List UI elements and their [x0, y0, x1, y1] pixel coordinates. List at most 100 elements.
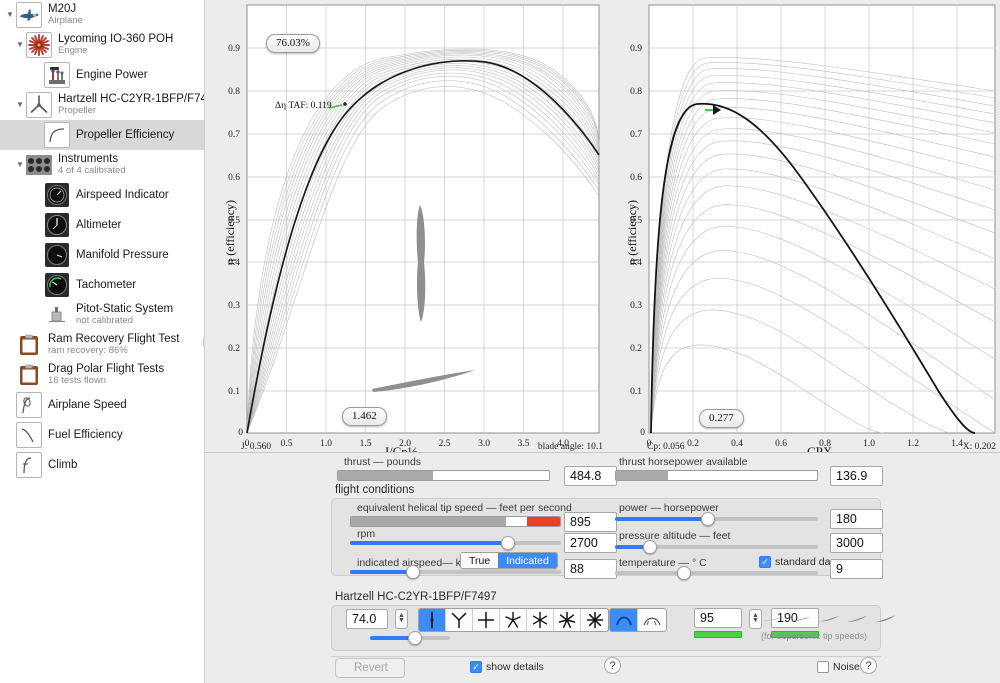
sidebar-item-m20j[interactable]: ▼ M20J Airplane [0, 0, 204, 30]
show-details-checkbox-box[interactable] [470, 661, 482, 673]
thrust-pounds-value[interactable]: 484.8 [564, 466, 617, 486]
footer-divider [331, 656, 881, 657]
svg-text:0.8: 0.8 [630, 87, 642, 97]
navigation-sidebar[interactable]: ▼ M20J Airplane ▼ Lycoming IO-360 POH En… [0, 0, 205, 683]
double-arc-airfoil-icon[interactable] [638, 609, 666, 631]
svg-text:1.5: 1.5 [360, 439, 372, 449]
propeller-diameter-slider[interactable] [370, 630, 450, 646]
efficiency-readout-bubble: 76.03% [266, 34, 320, 53]
activity-factor-value[interactable]: 95 [694, 608, 742, 628]
blade-count-selector[interactable] [418, 608, 609, 632]
sidebar-item-engine-power[interactable]: ▼ Engine Power [0, 60, 204, 90]
airplane-icon [16, 2, 42, 28]
revert-button[interactable]: Revert [335, 658, 405, 678]
supersonic-shape-3-icon[interactable] [816, 609, 842, 629]
rpm-slider[interactable] [350, 535, 561, 551]
sidebar-item-tachometer[interactable]: ▼ Tachometer [0, 270, 204, 300]
thrust-pounds-meter[interactable] [337, 470, 550, 481]
blade-count-5-icon[interactable] [500, 609, 527, 631]
disclosure-spacer: ▼ [32, 131, 44, 139]
disclosure-triangle-icon[interactable]: ▼ [4, 11, 16, 19]
blade-count-6-icon[interactable] [527, 609, 554, 631]
plot-svg-left: 0.9 0.8 0.7 0.6 0.5 0.4 0.3 0.2 0.1 0 0 … [207, 0, 607, 452]
svg-text:1.2: 1.2 [907, 439, 919, 449]
disclosure-triangle-icon[interactable]: ▼ [14, 101, 26, 109]
noise-checkbox[interactable]: Noise [817, 661, 860, 673]
sidebar-item-sublabel: 16 tests flown [48, 375, 107, 387]
help-button-noise[interactable]: ? [860, 657, 877, 674]
disclosure-triangle-icon[interactable]: ▼ [14, 161, 26, 169]
propeller-group-title: Hartzell HC-C2YR-1BFP/F7497 [335, 591, 497, 603]
svg-text:0: 0 [238, 428, 243, 438]
climb-curve-glyph [23, 457, 32, 474]
engine-power-icon [44, 62, 70, 88]
efficiency-curve-icon [44, 122, 70, 148]
supersonic-shape-1-icon[interactable] [760, 609, 786, 629]
airspeed-gauge-icon [44, 182, 70, 208]
stepper-down-icon[interactable]: ▼ [398, 617, 405, 624]
supersonic-shape-2-icon[interactable] [788, 609, 814, 629]
airfoil-type-selector[interactable] [609, 608, 667, 632]
noise-label: Noise [833, 661, 860, 673]
propeller-diameter-value[interactable]: 74.0 [346, 609, 388, 629]
blade-count-7-icon[interactable] [554, 609, 581, 631]
blade-count-3-icon[interactable] [446, 609, 473, 631]
supersonic-tip-shapes[interactable] [760, 609, 898, 629]
svg-text:0.2: 0.2 [630, 344, 642, 354]
disclosure-triangle-icon[interactable]: ▼ [14, 41, 26, 49]
power-slider[interactable] [615, 511, 818, 527]
power-value[interactable]: 180 [830, 509, 883, 529]
chart-propeller-efficiency-cpx[interactable]: 0.9 0.8 0.7 0.6 0.5 0.4 0.3 0.2 0.1 0 0 … [609, 0, 1000, 459]
thrust-horsepower-value[interactable]: 136.9 [830, 466, 883, 486]
engine-power-glyph [49, 67, 65, 84]
sidebar-item-airplane-speed[interactable]: ▼ Airplane Speed [0, 390, 204, 420]
sidebar-item-lycoming-io-360-poh[interactable]: ▼ Lycoming IO-360 POH Engine [0, 30, 204, 60]
show-details-checkbox[interactable]: show details [470, 661, 544, 673]
sidebar-item-climb[interactable]: ▼ Climb [0, 450, 204, 480]
thrust-horsepower-meter[interactable] [615, 470, 818, 481]
blade-count-2-icon[interactable] [419, 609, 446, 631]
sidebar-item-altimeter[interactable]: ▼ Altimeter [0, 210, 204, 240]
fuel-curve-glyph [21, 428, 34, 443]
sidebar-item-fuel-efficiency[interactable]: ▼ Fuel Efficiency [0, 420, 204, 450]
sidebar-item-drag-polar-flight-tests[interactable]: ▼ Drag Polar Flight Tests 16 tests flown [0, 360, 204, 390]
help-button-center[interactable]: ? [604, 657, 621, 674]
disclosure-spacer: ▼ [4, 401, 16, 409]
sidebar-item-hartzell-propeller[interactable]: ▼ Hartzell HC-C2YR-1BFP/F7497 Propeller [0, 90, 204, 120]
airspeed-gauge-glyph [45, 183, 69, 207]
temperature-slider[interactable] [615, 565, 818, 581]
svg-text:0.6: 0.6 [228, 173, 240, 183]
sidebar-item-instruments[interactable]: ▼ Instruments 4 of 4 calibrated [0, 150, 204, 180]
rpm-value[interactable]: 2700 [564, 533, 617, 553]
svg-text:0.1: 0.1 [630, 387, 642, 397]
propeller-efficiency-window: ▼ M20J Airplane ▼ Lycoming IO-360 POH En… [0, 0, 1000, 683]
temperature-value[interactable]: 9 [830, 559, 883, 579]
pressure-altitude-slider[interactable] [615, 539, 818, 555]
single-arc-airfoil-icon[interactable] [610, 609, 638, 631]
pressure-altitude-value[interactable]: 3000 [830, 533, 883, 553]
sidebar-item-propeller-efficiency[interactable]: ▼ Propeller Efficiency [0, 120, 204, 150]
manifold-gauge-glyph [45, 243, 69, 267]
blade-count-8-icon[interactable] [581, 609, 608, 631]
airspeed-slider[interactable] [350, 564, 561, 580]
sidebar-item-text: Altimeter [76, 219, 121, 232]
chart-propeller-efficiency-j-cp[interactable]: 0.9 0.8 0.7 0.6 0.5 0.4 0.3 0.2 0.1 0 0 … [207, 0, 607, 459]
tip-speed-value[interactable]: 895 [564, 512, 617, 532]
sidebar-item-sublabel: 4 of 4 calibrated [58, 165, 126, 177]
x-readout-bubble-left: 1.462 [342, 407, 387, 426]
sidebar-item-manifold-pressure[interactable]: ▼ Manifold Pressure [0, 240, 204, 270]
sidebar-item-airspeed-indicator[interactable]: ▼ Airspeed Indicator [0, 180, 204, 210]
sidebar-item-pitot-static-system[interactable]: ▼ Pitot-Static System not calibrated [0, 300, 204, 330]
stepper-down-icon[interactable]: ▼ [752, 617, 759, 624]
sidebar-item-label: Manifold Pressure [76, 248, 169, 261]
blade-count-4-icon[interactable] [473, 609, 500, 631]
tip-speed-meter[interactable] [350, 516, 561, 527]
airspeed-value[interactable]: 88 [564, 559, 617, 579]
sidebar-item-text: Instruments 4 of 4 calibrated [58, 153, 126, 177]
sidebar-item-ram-recovery-flight-test[interactable]: ▼ Ram Recovery Flight Test ram recovery:… [0, 330, 204, 360]
propeller-diameter-stepper[interactable]: ▲ ▼ [395, 609, 408, 629]
supersonic-shape-4-icon[interactable] [844, 609, 870, 629]
sidebar-item-label: Airplane Speed [48, 398, 127, 411]
noise-checkbox-box[interactable] [817, 661, 829, 673]
supersonic-shape-5-icon[interactable] [872, 609, 898, 629]
